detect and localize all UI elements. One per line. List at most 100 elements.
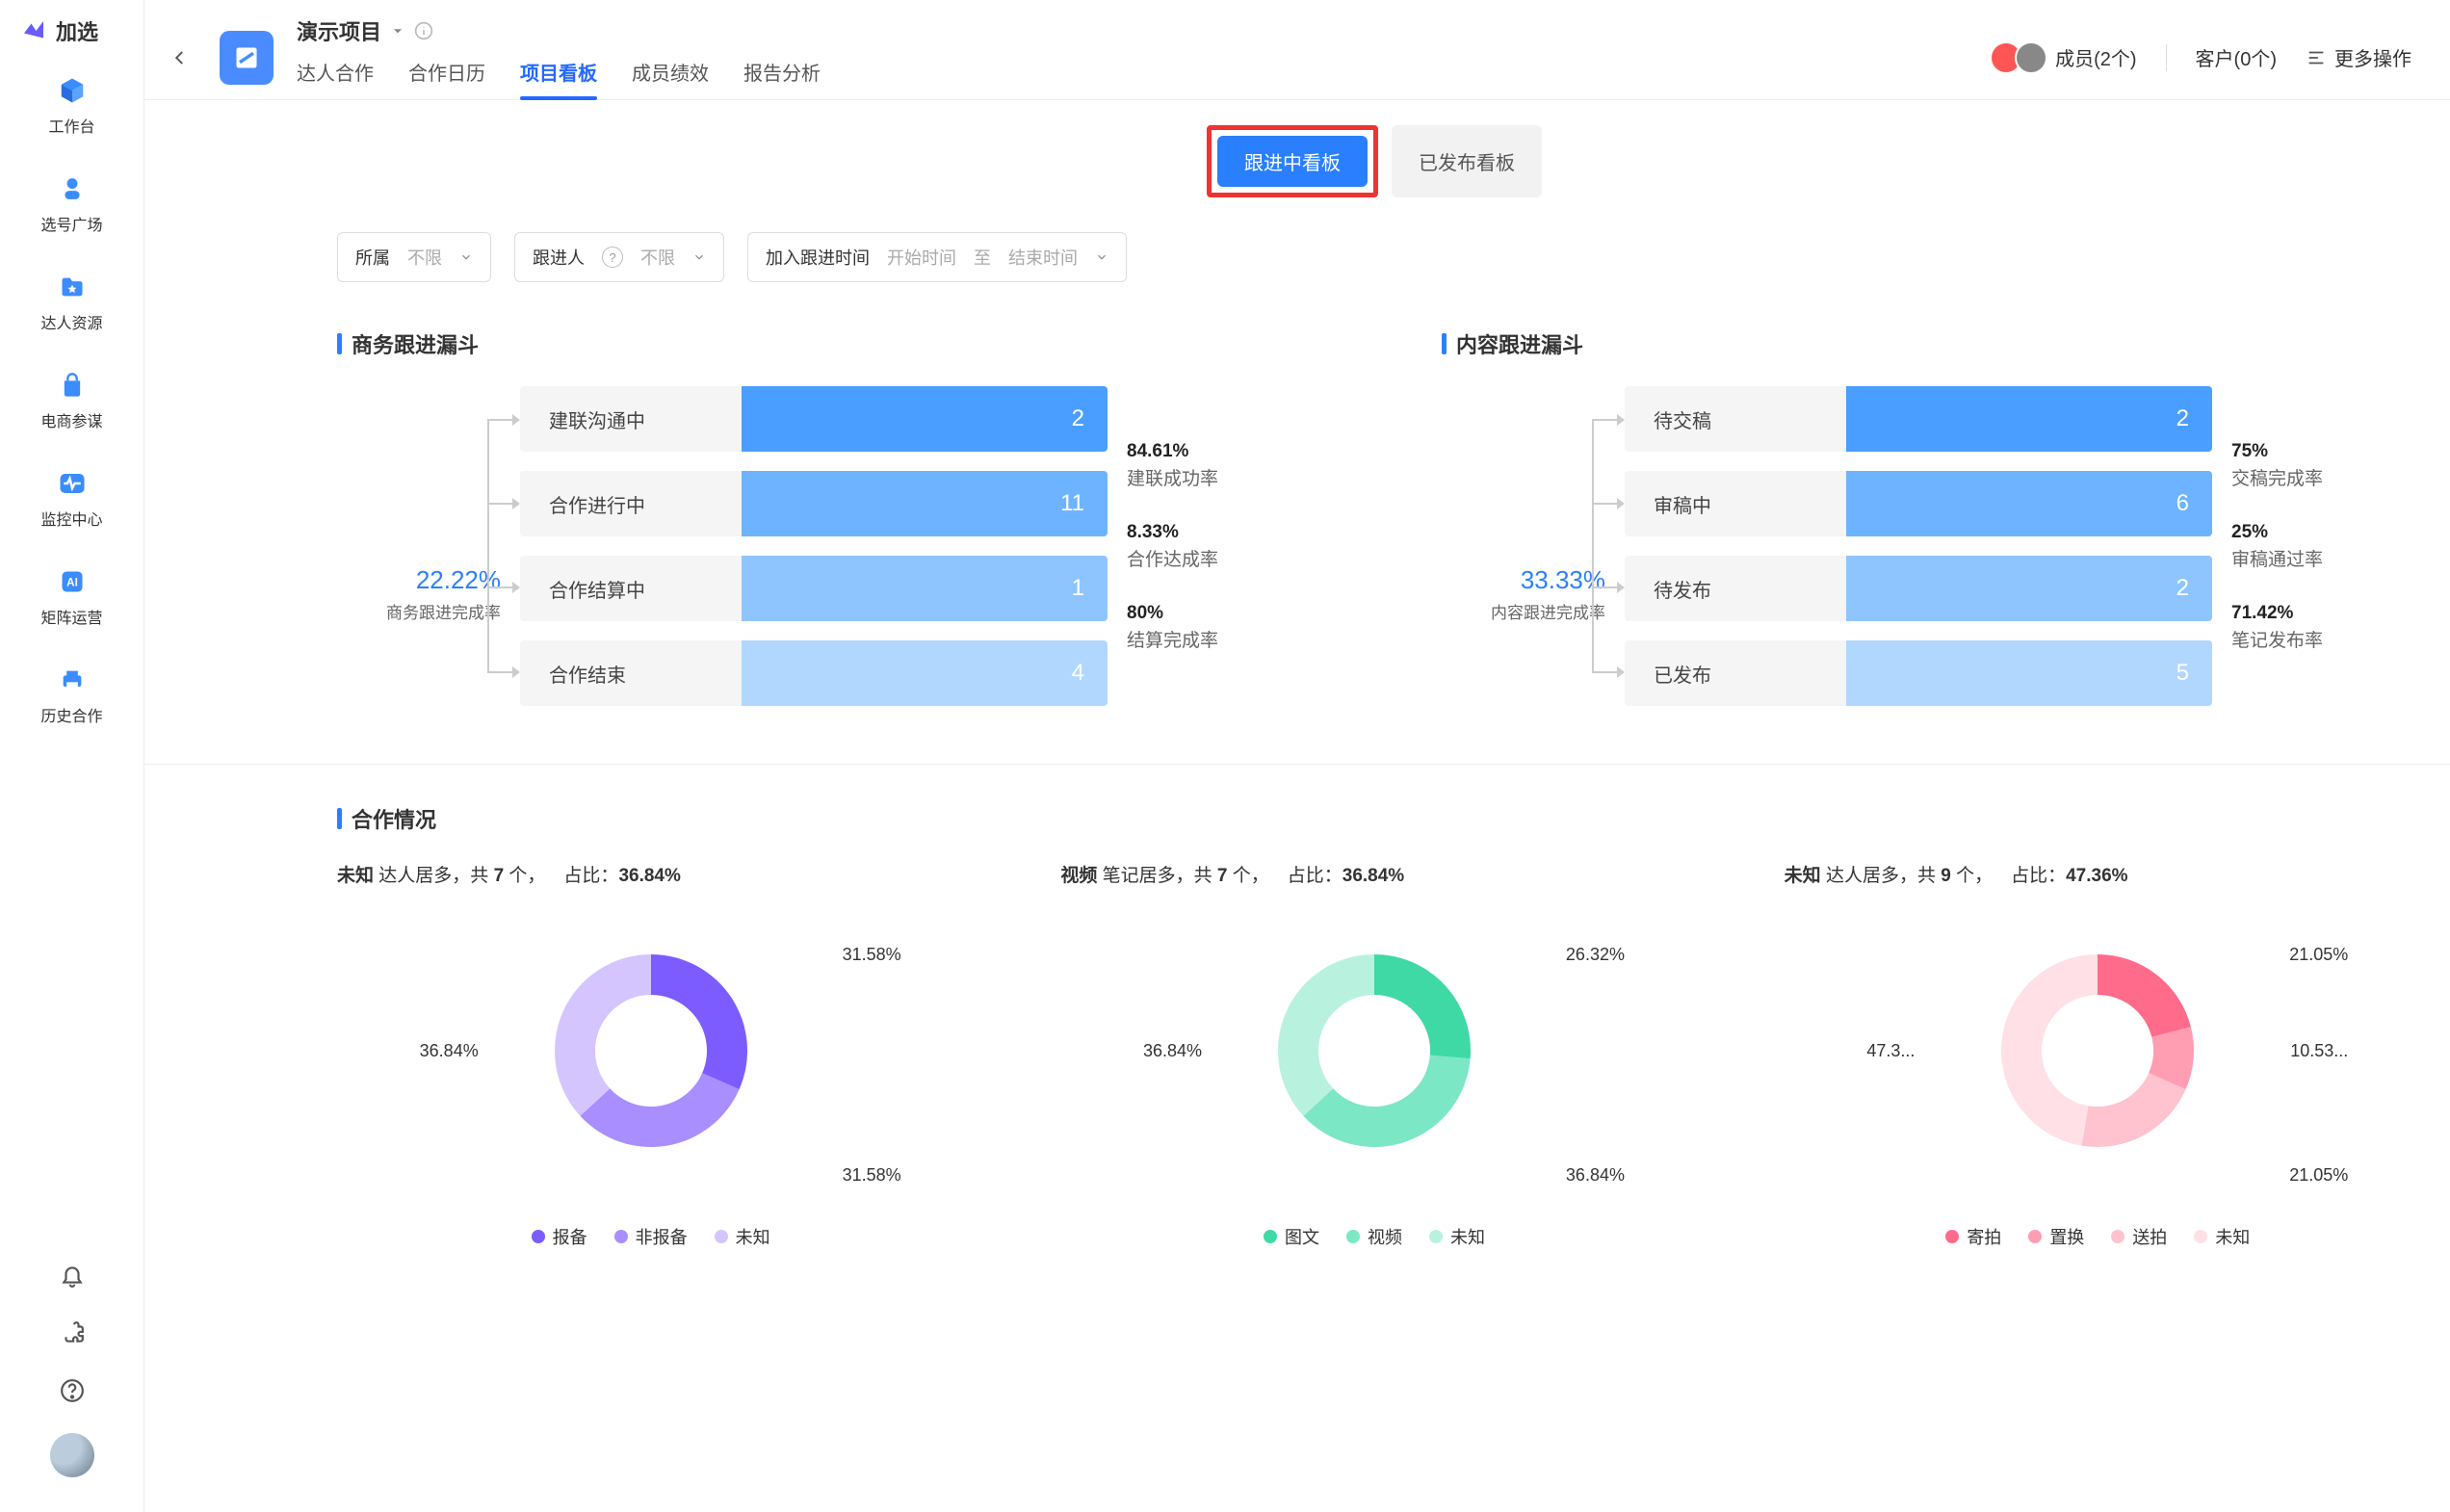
funnel-stage: 审稿中 6 <box>1625 471 2212 536</box>
filter-follower[interactable]: 跟进人 ? 不限 <box>514 232 724 282</box>
donut-block: 26.32%36.84%36.84%图文视频未知 <box>1060 906 1687 1249</box>
more-actions-button[interactable]: 更多操作 <box>2306 43 2411 71</box>
person-icon <box>55 171 90 206</box>
funnel-metric: 84.61%建联成功率 <box>1127 441 1218 490</box>
stage-bar: 2 <box>1846 556 2212 621</box>
board-tab-published[interactable]: 已发布看板 <box>1392 125 1542 197</box>
funnel-metric: 71.42%笔记发布率 <box>2231 603 2323 652</box>
legend-item[interactable]: 送拍 <box>2111 1224 2167 1249</box>
user-avatar[interactable] <box>50 1433 94 1477</box>
legend: 报备 非报备 未知 <box>337 1224 964 1249</box>
donut-label: 21.05% <box>2289 945 2348 965</box>
connector-lines <box>487 419 514 673</box>
chevron-down-icon <box>459 250 473 264</box>
funnel-stages: 建联沟通中 2合作进行中 11合作结算中 1合作结束 4 <box>520 386 1108 706</box>
stage-bar: 6 <box>1846 471 2212 536</box>
legend-item[interactable]: 寄拍 <box>1945 1224 2001 1249</box>
stage-label: 合作进行中 <box>520 490 742 518</box>
nav-ecommerce[interactable]: 电商参谋 <box>0 364 143 435</box>
stage-bar: 4 <box>742 640 1108 706</box>
stage-label: 合作结束 <box>520 660 742 688</box>
project-title[interactable]: 演示项目 <box>297 15 381 46</box>
tab-performance[interactable]: 成员绩效 <box>632 50 709 99</box>
tab-calendar[interactable]: 合作日历 <box>408 50 485 99</box>
filter-bar: 所属 不限 跟进人 ? 不限 加入跟进时间 开始时间 至 结束时间 <box>337 232 2411 282</box>
legend-item[interactable]: 未知 <box>715 1224 770 1249</box>
coop-summary: 视频 笔记居多，共 7 个， 占比：36.84% <box>1060 861 1687 887</box>
member-avatar-2 <box>2015 41 2047 74</box>
puzzle-icon[interactable] <box>57 1317 88 1348</box>
nav-plaza[interactable]: 选号广场 <box>0 168 143 239</box>
members-button[interactable]: 成员(2个) <box>1990 41 2136 74</box>
board-tabs: 跟进中看板 已发布看板 <box>337 125 2411 197</box>
project-icon <box>220 31 274 85</box>
funnel-title: 内容跟进漏斗 <box>1442 328 2411 359</box>
bell-icon[interactable] <box>57 1260 88 1290</box>
header-tabs: 达人合作 合作日历 项目看板 成员绩效 报告分析 <box>297 50 821 99</box>
legend-item[interactable]: 未知 <box>1429 1224 1485 1249</box>
funnel-metric: 75%交稿完成率 <box>2231 441 2323 490</box>
coop-summary: 未知 达人居多，共 7 个， 占比：36.84% <box>337 861 964 887</box>
sidebar-nav: 工作台 选号广场 达人资源 电商参谋 监控中心 AI 矩阵运营 <box>0 69 143 1260</box>
legend-item[interactable]: 报备 <box>532 1224 587 1249</box>
donut-label: 36.84% <box>420 1041 479 1061</box>
nav-history[interactable]: 历史合作 <box>0 659 143 730</box>
funnel-stage: 合作结束 4 <box>520 640 1108 706</box>
nav-matrix[interactable]: AI 矩阵运营 <box>0 560 143 632</box>
nav-talent[interactable]: 达人资源 <box>0 266 143 337</box>
folder-star-icon <box>55 270 90 304</box>
stage-label: 审稿中 <box>1625 490 1846 518</box>
tab-report[interactable]: 报告分析 <box>743 50 821 99</box>
stage-bar: 1 <box>742 556 1108 621</box>
tab-board[interactable]: 项目看板 <box>520 50 597 99</box>
legend-item[interactable]: 置换 <box>2028 1224 2084 1249</box>
filter-time[interactable]: 加入跟进时间 开始时间 至 结束时间 <box>747 232 1127 282</box>
brand-logo[interactable]: 加选 <box>0 15 143 69</box>
donut-chart <box>516 916 786 1186</box>
legend-item[interactable]: 图文 <box>1264 1224 1319 1249</box>
clients-button[interactable]: 客户(0个) <box>2196 43 2277 71</box>
donut-label: 31.58% <box>843 1165 901 1186</box>
ai-icon: AI <box>55 564 90 599</box>
help-icon: ? <box>602 247 623 268</box>
info-icon[interactable] <box>414 21 433 40</box>
funnel-metric: 80%结算完成率 <box>1127 603 1218 652</box>
help-icon[interactable] <box>57 1375 88 1406</box>
divider <box>2166 44 2167 71</box>
funnel-metric: 8.33%合作达成率 <box>1127 522 1218 571</box>
donut-label: 10.53... <box>2290 1041 2348 1061</box>
brand-icon <box>19 16 48 45</box>
nav-monitor[interactable]: 监控中心 <box>0 462 143 534</box>
stage-bar: 2 <box>1846 386 2212 452</box>
legend-item[interactable]: 未知 <box>2194 1224 2250 1249</box>
board-tab-active[interactable]: 跟进中看板 <box>1217 136 1368 187</box>
donut-label: 36.84% <box>1143 1041 1202 1061</box>
caret-down-icon[interactable] <box>391 24 404 38</box>
cube-icon <box>55 73 90 108</box>
donut-block: 31.58%36.84%31.58%报备非报备未知 <box>337 906 964 1249</box>
sidebar-bottom <box>0 1260 143 1497</box>
funnel-stage: 建联沟通中 2 <box>520 386 1108 452</box>
brand-text: 加选 <box>56 15 98 46</box>
legend-item[interactable]: 非报备 <box>614 1224 688 1249</box>
funnel-stage: 已发布 5 <box>1625 640 2212 706</box>
nav-workbench[interactable]: 工作台 <box>0 69 143 141</box>
funnel-stages: 待交稿 2审稿中 6待发布 2已发布 5 <box>1625 386 2212 706</box>
filter-owner[interactable]: 所属 不限 <box>337 232 491 282</box>
back-button[interactable] <box>164 41 196 74</box>
tab-talent[interactable]: 达人合作 <box>297 50 374 99</box>
legend-item[interactable]: 视频 <box>1346 1224 1402 1249</box>
coop-summary: 未知 达人居多，共 9 个， 占比：47.36% <box>1785 861 2411 887</box>
connector-lines <box>1592 419 1619 673</box>
coop-title: 合作情况 <box>337 803 2411 834</box>
funnel-business: 商务跟进漏斗 22.22% 商务跟进完成率 <box>337 328 1307 706</box>
donut-label: 47.3... <box>1866 1041 1915 1061</box>
funnel-stage: 合作进行中 11 <box>520 471 1108 536</box>
printer-icon <box>55 663 90 697</box>
chevron-down-icon <box>692 250 706 264</box>
funnels: 商务跟进漏斗 22.22% 商务跟进完成率 <box>337 328 2411 706</box>
bag-icon <box>55 368 90 403</box>
funnel-title: 商务跟进漏斗 <box>337 328 1307 359</box>
donut-charts: 31.58%36.84%31.58%报备非报备未知26.32%36.84%36.… <box>337 906 2411 1249</box>
stage-label: 已发布 <box>1625 660 1846 688</box>
